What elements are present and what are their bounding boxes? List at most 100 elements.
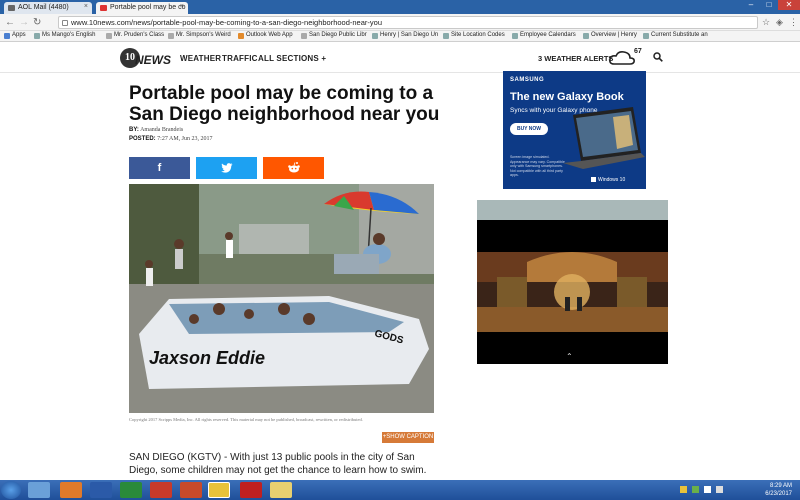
powerpoint-icon[interactable] — [180, 482, 202, 498]
start-button[interactable] — [1, 481, 21, 499]
video-frame — [477, 252, 668, 332]
word-icon[interactable] — [90, 482, 112, 498]
reddit-alien-icon — [287, 162, 300, 173]
network-icon[interactable] — [704, 486, 711, 493]
site-header: 10 NEWS WEATHER TRAFFIC ALL SECTIONS + 3… — [0, 43, 800, 73]
windows-icon — [591, 177, 596, 183]
bookmark-item[interactable]: San Diego Public Libr — [301, 32, 367, 39]
back-icon[interactable]: ← — [5, 17, 15, 28]
address-bar[interactable]: www.10news.com/news/portable-pool-may-be… — [58, 16, 758, 29]
video-top-bar — [477, 200, 668, 220]
acrobat-icon[interactable] — [240, 482, 262, 498]
bookmark-icon — [512, 33, 518, 39]
tab-aol-mail[interactable]: AOL Mail (4480) × — [4, 2, 92, 14]
share-twitter-button[interactable] — [196, 157, 257, 179]
close-tab-icon[interactable]: × — [84, 3, 88, 10]
chevron-up-icon[interactable]: ⌃ — [566, 352, 573, 361]
excel-icon[interactable] — [120, 482, 142, 498]
reload-icon[interactable]: ↻ — [33, 17, 41, 28]
bookmark-icon — [583, 33, 589, 39]
bookmark-item[interactable]: Mr. Simpson's Weird — [168, 32, 231, 39]
browser-toolbar: ← → ↻ www.10news.com/news/portable-pool-… — [0, 14, 800, 31]
pool-boat-photo: Jaxson Eddie GODS — [129, 184, 434, 413]
bookmark-item[interactable]: Ms Mango's English — [34, 32, 96, 39]
article-body: SAN DIEGO (KGTV) - With just 13 public p… — [129, 452, 427, 476]
page-info-icon[interactable] — [62, 20, 68, 26]
ad-brand: SAMSUNG — [510, 77, 545, 83]
maximize-icon[interactable]: □ — [760, 0, 778, 10]
browser-tab-strip: AOL Mail (4480) × Portable pool may be c… — [0, 0, 800, 14]
chrome-tray-icon[interactable] — [680, 486, 687, 493]
page-icon — [301, 33, 307, 39]
page-icon — [168, 33, 174, 39]
forward-icon[interactable]: → — [19, 17, 29, 28]
nav-all-sections[interactable]: ALL SECTIONS + — [258, 54, 326, 63]
laptop-image — [563, 107, 645, 169]
bookmark-item[interactable]: Mr. Pruden's Class — [106, 32, 164, 39]
apps-grid-icon — [4, 33, 10, 39]
url-text: www.10news.com/news/portable-pool-may-be… — [71, 18, 382, 27]
bookmark-icon — [372, 33, 378, 39]
ad-buy-now-button[interactable]: BUY NOW — [510, 123, 548, 135]
bookmark-item[interactable]: Outlook Web App — [238, 32, 293, 39]
chrome-icon[interactable] — [208, 482, 230, 498]
aol-favicon-icon — [8, 5, 15, 11]
weather-alerts-link[interactable]: 3 WEATHER ALERTS — [538, 54, 613, 63]
posted-label: POSTED: — [129, 136, 156, 142]
clock-date: 6/23/2017 — [765, 491, 792, 497]
bookmark-item[interactable]: Current Substitute an — [643, 32, 708, 39]
nav-traffic[interactable]: TRAFFIC — [222, 54, 258, 63]
site-logo[interactable]: 10 NEWS — [120, 48, 171, 70]
article-headline: Portable pool may be coming to a San Die… — [129, 83, 440, 125]
article-photo[interactable]: Jaxson Eddie GODS — [129, 184, 434, 413]
bookmark-item[interactable]: Employee Calendars — [512, 32, 576, 39]
bookmark-apps[interactable]: Apps — [4, 32, 26, 39]
posted-time: 7:27 AM, Jun 23, 2017 — [157, 136, 213, 142]
show-caption-button[interactable]: +SHOW CAPTION — [382, 432, 434, 443]
page-icon — [106, 33, 112, 39]
byline: BY: Amanda Brandeis — [129, 127, 183, 133]
tray-icon[interactable] — [692, 486, 699, 493]
close-window-icon[interactable]: ✕ — [778, 0, 800, 10]
windows-logo: Windows 10 — [591, 177, 625, 183]
menu-icon[interactable]: ⋮ — [789, 17, 798, 28]
ad-title: The new Galaxy Book — [510, 91, 624, 103]
bookmark-item[interactable]: Henry | San Diego Un — [372, 32, 438, 39]
outlook-icon[interactable] — [150, 482, 172, 498]
close-tab-icon[interactable]: × — [180, 3, 184, 10]
minimize-icon[interactable]: – — [742, 0, 760, 10]
boat-text: Jaxson Eddie — [149, 348, 265, 368]
by-label: BY: — [129, 127, 139, 133]
ad-fine-print: Screen image simulated. Appearance may v… — [510, 155, 565, 177]
share-reddit-button[interactable] — [263, 157, 324, 179]
tab-label: Portable pool may be co — [110, 4, 186, 11]
windows-taskbar: 8:29 AM 6/23/2017 — [0, 480, 800, 500]
twitter-bird-icon — [220, 163, 232, 173]
bookmarks-bar: Apps Ms Mango's English Mr. Pruden's Cla… — [0, 31, 800, 42]
logo-text: NEWS — [135, 53, 171, 67]
search-icon[interactable] — [653, 52, 663, 62]
facebook-icon: f — [157, 162, 162, 174]
firefox-icon[interactable] — [60, 482, 82, 498]
news-favicon-icon — [100, 5, 107, 11]
system-clock[interactable]: 8:29 AM 6/23/2017 — [765, 482, 792, 498]
extension-icon[interactable]: ◈ — [776, 17, 783, 28]
volume-icon[interactable] — [716, 486, 723, 493]
tab-portable-pool[interactable]: Portable pool may be co × — [96, 2, 188, 14]
tab-label: AOL Mail (4480) — [18, 4, 69, 11]
posted-date: POSTED: 7:27 AM, Jun 23, 2017 — [129, 136, 213, 142]
cloud-icon[interactable] — [608, 49, 636, 67]
outlook-icon — [238, 33, 244, 39]
bookmark-icon — [34, 33, 40, 39]
ie-icon[interactable] — [28, 482, 50, 498]
bookmark-star-icon[interactable]: ☆ — [762, 17, 770, 28]
share-facebook-button[interactable]: f — [129, 157, 190, 179]
samsung-ad[interactable]: SAMSUNG The new Galaxy Book Syncs with y… — [503, 71, 646, 189]
bookmark-item[interactable]: Site Location Codes — [443, 32, 505, 39]
author-name[interactable]: Amanda Brandeis — [140, 127, 183, 133]
clock-time: 8:29 AM — [769, 483, 792, 489]
bookmark-item[interactable]: Overview | Henry — [583, 32, 637, 39]
nav-weather[interactable]: WEATHER — [180, 54, 221, 63]
file-explorer-icon[interactable] — [270, 482, 292, 498]
video-player[interactable]: ⌃ — [477, 200, 668, 364]
